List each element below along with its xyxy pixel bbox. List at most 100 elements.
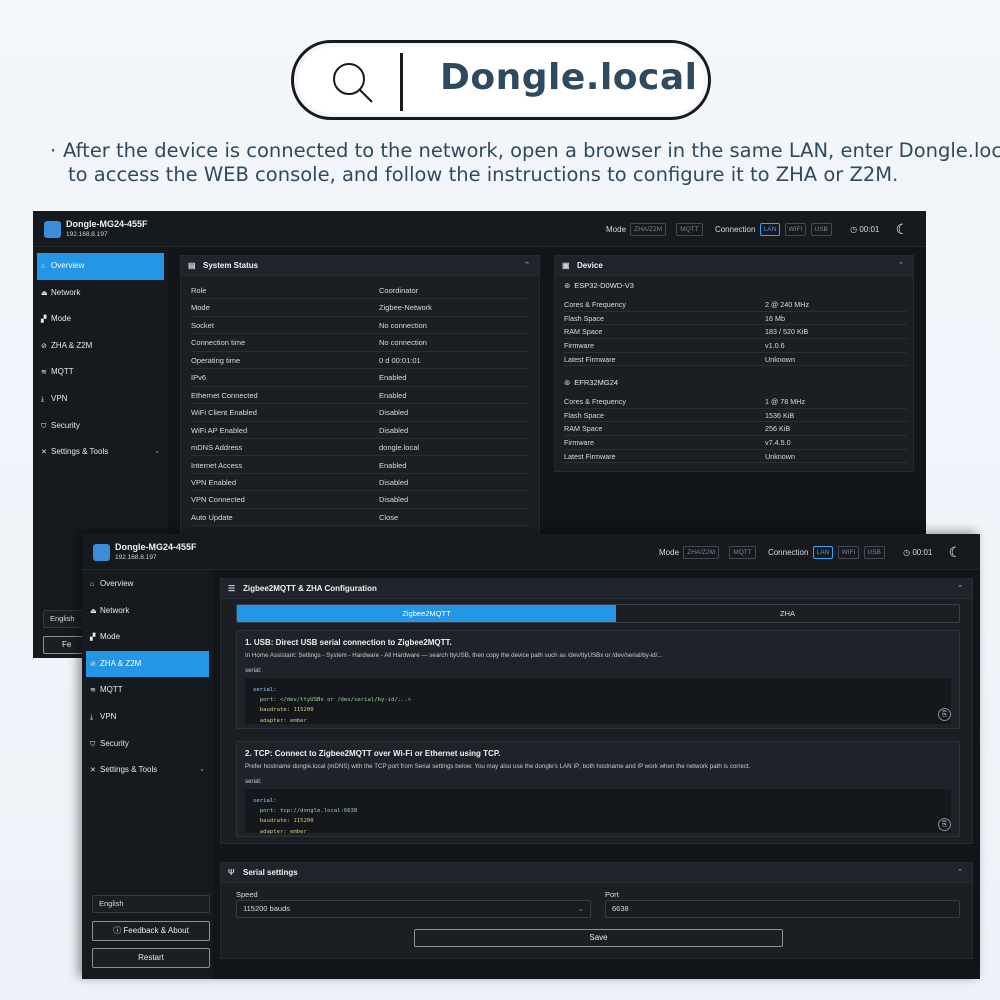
sidebar-item-settings-tools[interactable]: ✕ Settings & Tools ⌄: [82, 757, 213, 784]
sidebar-item-mqtt[interactable]: ≋ MQTT: [82, 677, 213, 704]
chart-icon: ▞: [90, 634, 96, 642]
connection-wifi[interactable]: WIFI: [784, 223, 807, 236]
row-key: IPv6: [191, 373, 207, 383]
device-header[interactable]: ▣ Device ⌃: [555, 256, 913, 276]
system-status-header[interactable]: ▤ System Status ⌃: [181, 256, 539, 276]
info-row: Auto Update Close: [191, 509, 529, 527]
connection-usb[interactable]: USB: [810, 223, 832, 236]
sidebar-item-security[interactable]: ⛉ Security: [82, 731, 213, 758]
sidebar-item-security[interactable]: ⛉ Security: [33, 413, 168, 440]
row-key: VPN Enabled: [191, 477, 237, 487]
efr-chip-name: ⊛ EFR32MG24: [564, 378, 619, 387]
info-row: Flash Space 16 Mb: [564, 312, 907, 326]
sidebar-item-mqtt[interactable]: ≋ MQTT: [33, 359, 168, 386]
tab-zha[interactable]: ZHA: [616, 605, 959, 622]
connection-lan[interactable]: LAN: [759, 223, 781, 236]
serial-settings-panel: Ψ Serial settings ⌃ Speed 115200 bauds ⌄ Po…: [220, 862, 973, 959]
sidebar-item-settings-tools[interactable]: ✕ Settings & Tools ⌄: [33, 439, 168, 466]
row-key: WiFi AP Enabled: [191, 425, 248, 435]
row-value: 1 @ 78 MHz: [765, 397, 806, 406]
speed-select[interactable]: 115200 bauds ⌄: [236, 900, 591, 918]
mode-mqtt[interactable]: MQTT: [676, 223, 703, 236]
row-value: Unknown: [765, 451, 795, 461]
device-panel: ▣ Device ⌃ ⊛ ESP32-D0WD-V3 Cores & Frequenc…: [554, 255, 914, 472]
sidebar-item-zha-z2m[interactable]: ⊘ ZHA & Z2M: [33, 333, 168, 360]
row-key: Firmware: [564, 341, 594, 351]
row-value: 183 / 520 KiB: [765, 327, 809, 337]
sidebar-item-network[interactable]: ⏏ Network: [33, 280, 168, 307]
mode-mqtt[interactable]: MQTT: [729, 546, 756, 559]
device-ip: 192.168.8.197: [66, 231, 108, 238]
row-value: Enabled: [379, 373, 407, 383]
url-bar[interactable]: Dongle.local: [291, 40, 711, 120]
sidebar-item-vpn[interactable]: ⤓ VPN: [82, 704, 213, 731]
feedback-button-partial[interactable]: Fe: [43, 636, 83, 654]
row-key: Operating time: [191, 355, 241, 365]
download-icon: ⤓: [90, 713, 94, 721]
chart-icon: ▞: [41, 316, 47, 324]
feedback-button[interactable]: ⓘ Feedback & About: [92, 921, 210, 941]
info-row: Cores & Frequency 2 @ 240 MHz: [564, 298, 907, 312]
sidebar-item-overview[interactable]: ⌂ Overview: [37, 253, 164, 280]
copy-icon[interactable]: ⎘: [938, 818, 951, 831]
row-key: VPN Connected: [191, 495, 245, 505]
restart-button[interactable]: Restart: [92, 948, 210, 968]
row-value: 2 @ 240 MHz: [765, 300, 810, 309]
sidebar-item-network[interactable]: ⏏ Network: [82, 598, 213, 625]
chevron-down-icon: ⌄: [199, 766, 205, 774]
row-value: v7.4.5.0: [765, 438, 791, 448]
mode-zha-z2m[interactable]: ZHA/Z2M: [683, 546, 720, 559]
port-label: Port: [605, 890, 619, 899]
shield-icon: ⛉: [90, 740, 96, 748]
info-row: RAM Space 256 KiB: [564, 422, 907, 436]
chevron-down-icon: ⌄: [577, 904, 584, 913]
theme-toggle-moon-icon[interactable]: ☾: [896, 221, 909, 238]
device-ip: 192.168.8.197: [115, 554, 157, 561]
clock-icon: ◷: [850, 225, 858, 234]
connection-wifi[interactable]: WIFI: [837, 546, 860, 559]
connection-lan[interactable]: LAN: [812, 546, 834, 559]
theme-toggle-moon-icon[interactable]: ☾: [949, 544, 962, 561]
serial-settings-header[interactable]: Ψ Serial settings ⌃: [221, 863, 972, 883]
shield-icon: ⛉: [41, 422, 47, 430]
save-button[interactable]: Save: [414, 929, 783, 947]
row-key: Ethernet Connected: [191, 390, 258, 400]
sidebar-item-overview[interactable]: ⌂ Overview: [82, 571, 213, 598]
wifi-icon: ≋: [90, 687, 96, 695]
sidebar-item-zha-z2m[interactable]: ⊘ ZHA & Z2M: [86, 650, 209, 678]
chevron-up-icon: ⌃: [957, 585, 963, 592]
port-input[interactable]: 6638: [605, 900, 960, 918]
sidebar-item-vpn[interactable]: ⤓ VPN: [33, 386, 168, 413]
zigbee-icon: ⊘: [90, 660, 96, 668]
sidebar-item-mode[interactable]: ▞ Mode: [33, 306, 168, 333]
esp-chip-name: ⊛ ESP32-D0WD-V3: [564, 281, 634, 290]
clock-icon: ◷: [903, 548, 911, 557]
row-value: Disabled: [379, 408, 409, 418]
tcp-card: 2. TCP: Connect to Zigbee2MQTT over Wi-F…: [236, 741, 960, 837]
config-panel: ☰ Zigbee2MQTT & ZHA Configuration ⌃ Zigbee…: [220, 578, 973, 844]
home-icon: ⌂: [90, 581, 95, 588]
chevron-up-icon: ⌃: [957, 869, 963, 876]
info-row: IPv6 Enabled: [191, 369, 529, 387]
network-icon: ⏏: [41, 289, 48, 297]
tcp-title: 2. TCP: Connect to Zigbee2MQTT over Wi-F…: [245, 749, 501, 758]
language-select[interactable]: English: [43, 610, 83, 628]
search-icon: [333, 63, 373, 103]
row-key: Mode: [191, 303, 210, 313]
connection-usb[interactable]: USB: [863, 546, 885, 559]
config-header[interactable]: ☰ Zigbee2MQTT & ZHA Configuration ⌃: [221, 579, 972, 599]
device-name: Dongle-MG24-455F: [66, 219, 148, 229]
sidebar-item-mode[interactable]: ▞ Mode: [82, 624, 213, 651]
note-bullet: ·: [50, 139, 57, 162]
copy-icon[interactable]: ⎘: [938, 708, 951, 721]
network-icon: ⏏: [90, 607, 97, 615]
tab-zigbee2mqtt[interactable]: Zigbee2MQTT: [237, 605, 616, 622]
row-value: Disabled: [379, 477, 409, 487]
language-select[interactable]: English: [92, 895, 210, 913]
chip-icon: ⊛: [564, 281, 571, 290]
tcp-description: Prefer hostname dongle.local (mDNS) with…: [245, 763, 751, 770]
row-value: 256 KiB: [765, 424, 791, 434]
tcp-code-block: serial: port: tcp://dongle.local:6638 ba…: [245, 789, 951, 835]
info-row: Cores & Frequency 1 @ 78 MHz: [564, 395, 907, 409]
mode-zha-z2m[interactable]: ZHA/Z2M: [630, 223, 667, 236]
